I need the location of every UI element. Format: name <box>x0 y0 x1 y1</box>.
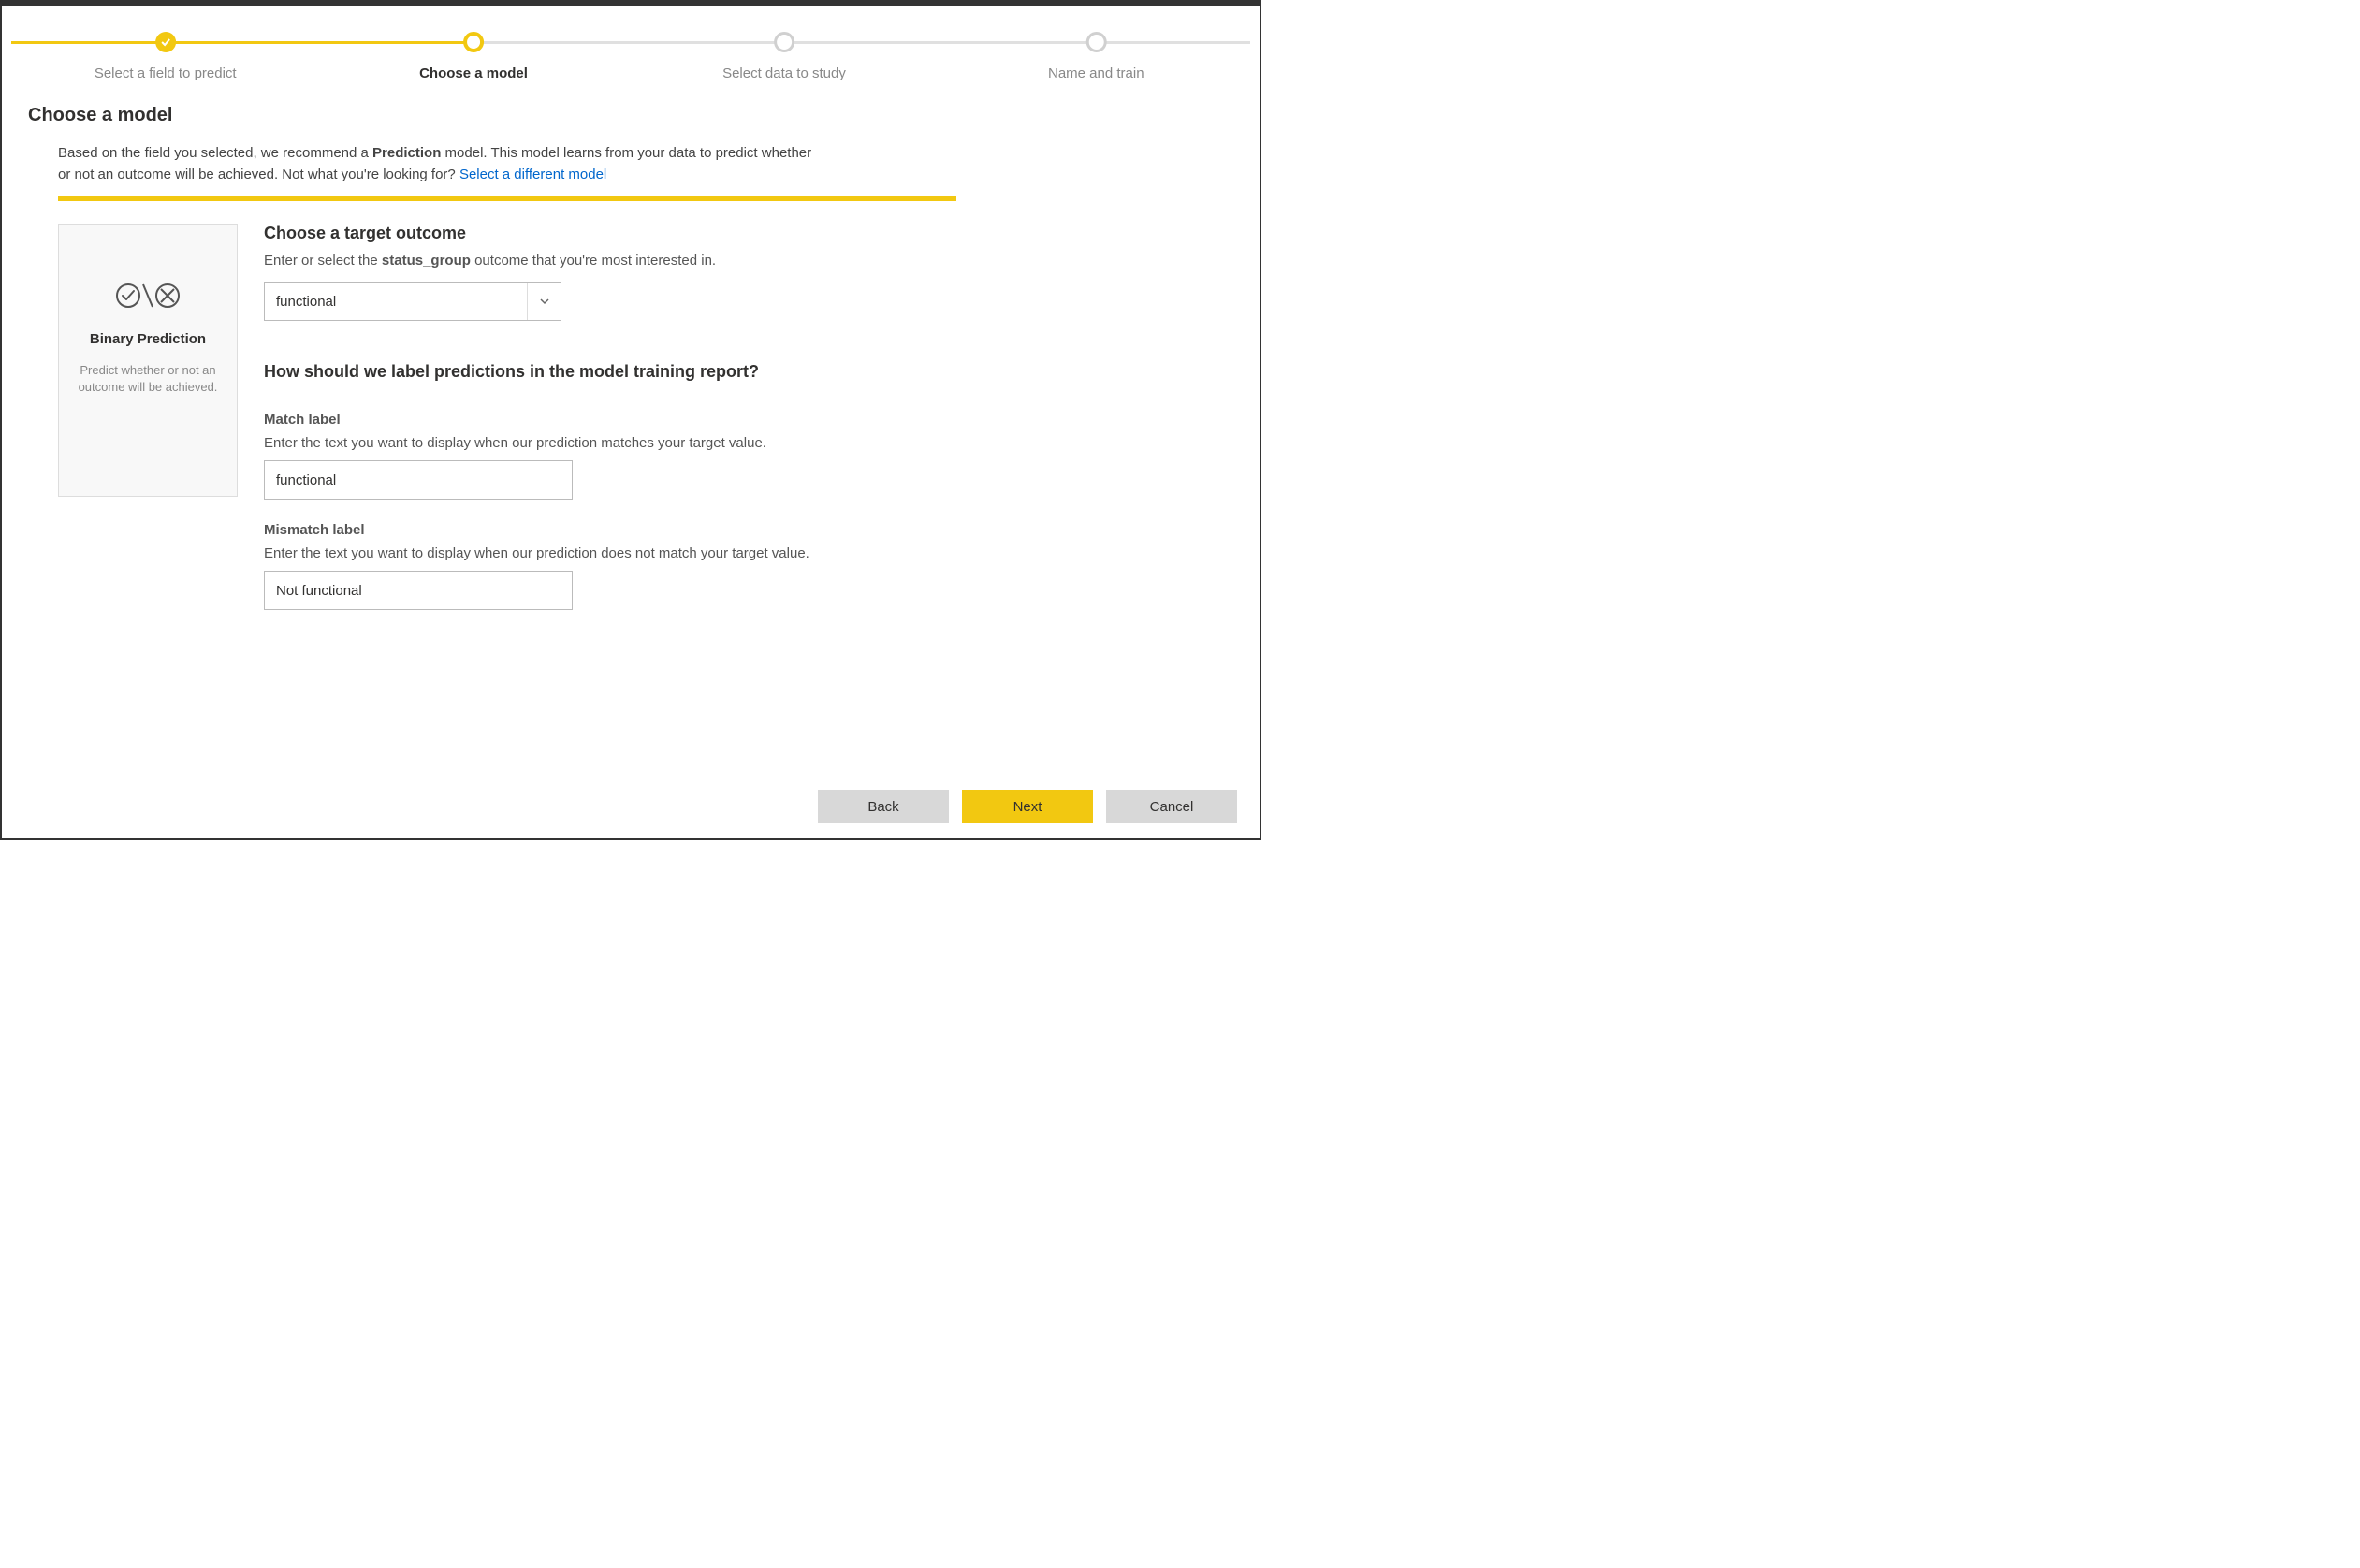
model-card-title: Binary Prediction <box>70 331 226 347</box>
intro-model-name: Prediction <box>372 145 441 161</box>
step-2: Choose a model <box>419 32 528 81</box>
step-circle-icon <box>1085 32 1106 52</box>
target-sub-suffix: outcome that you're most interested in. <box>471 253 716 269</box>
back-button[interactable]: Back <box>818 790 949 823</box>
labels-heading: How should we label predictions in the m… <box>264 362 1203 382</box>
target-outcome-heading: Choose a target outcome <box>264 224 1203 243</box>
target-sub-prefix: Enter or select the <box>264 253 382 269</box>
divider-bar <box>58 196 956 201</box>
step-label: Select data to study <box>722 65 846 81</box>
match-label-input[interactable] <box>264 460 573 500</box>
target-field-name: status_group <box>382 253 471 269</box>
window-topbar <box>2 2 1260 6</box>
step-circle-icon <box>155 32 176 52</box>
step-label: Choose a model <box>419 65 528 81</box>
match-label-heading: Match label <box>264 412 1203 428</box>
model-card-binary-prediction: Binary Prediction Predict whether or not… <box>58 224 238 497</box>
chevron-down-icon <box>527 283 561 320</box>
page-title: Choose a model <box>28 105 1260 126</box>
mismatch-label-subtext: Enter the text you want to display when … <box>264 545 1203 561</box>
model-card-description: Predict whether or not an outcome will b… <box>70 362 226 396</box>
next-button[interactable]: Next <box>962 790 1093 823</box>
target-outcome-dropdown[interactable]: functional <box>264 282 561 321</box>
target-outcome-subtext: Enter or select the status_group outcome… <box>264 253 1203 269</box>
wizard-footer: Back Next Cancel <box>818 790 1237 823</box>
wizard-stepper: Select a field to predict Choose a model S… <box>2 32 1260 97</box>
select-different-model-link[interactable]: Select a different model <box>459 167 606 182</box>
step-label: Name and train <box>1048 65 1144 81</box>
intro-prefix: Based on the field you selected, we reco… <box>58 145 372 161</box>
step-4: Name and train <box>1048 32 1144 81</box>
binary-prediction-icon <box>70 281 226 311</box>
mismatch-label-input[interactable] <box>264 571 573 610</box>
step-circle-icon <box>774 32 794 52</box>
intro-text: Based on the field you selected, we reco… <box>58 143 825 185</box>
step-circle-icon <box>463 32 484 52</box>
target-outcome-value: functional <box>265 283 527 320</box>
stepper-progress <box>11 41 473 44</box>
cancel-button[interactable]: Cancel <box>1106 790 1237 823</box>
step-label: Select a field to predict <box>95 65 237 81</box>
mismatch-label-heading: Mismatch label <box>264 522 1203 538</box>
step-1: Select a field to predict <box>95 32 237 81</box>
step-3: Select data to study <box>722 32 846 81</box>
match-label-subtext: Enter the text you want to display when … <box>264 435 1203 451</box>
